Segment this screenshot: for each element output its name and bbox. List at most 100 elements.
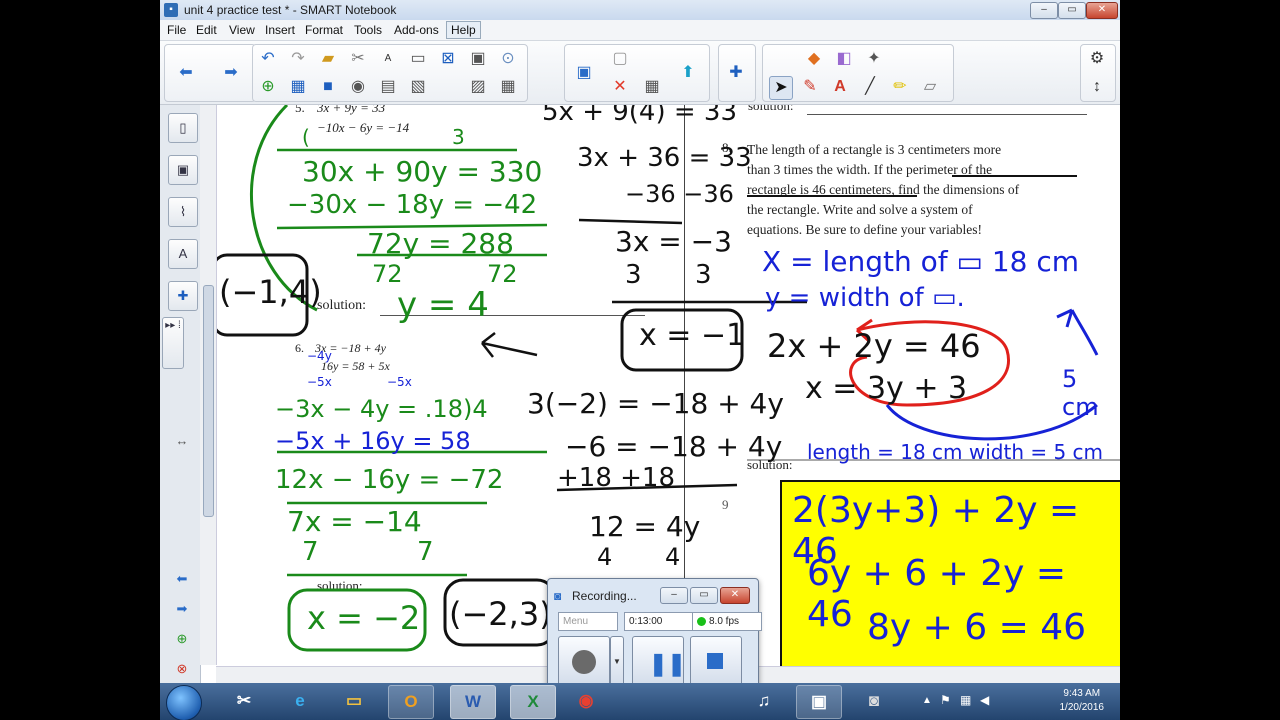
tray-flag-icon[interactable]: ⚑ bbox=[940, 693, 951, 707]
font-size-icon[interactable]: A bbox=[377, 48, 399, 70]
tray-volume-icon[interactable]: ◀ bbox=[980, 693, 989, 707]
start-button[interactable] bbox=[166, 685, 202, 720]
menu-add-ons[interactable]: Add-ons bbox=[394, 23, 439, 37]
screen-capture-icon[interactable]: ▧ bbox=[407, 76, 429, 98]
insert-object-icon[interactable]: ▢ bbox=[609, 48, 631, 70]
cut-icon[interactable]: ✂ bbox=[347, 48, 369, 70]
taskbar-chrome-icon[interactable]: ◉ bbox=[564, 685, 608, 717]
taskbar-itunes-icon[interactable]: ♫ bbox=[742, 685, 786, 717]
pause-button[interactable]: ❚❚ bbox=[632, 636, 686, 688]
table-insert-icon[interactable]: ▦ bbox=[641, 76, 663, 98]
taskbar-smart-notebook-icon[interactable]: ▣ bbox=[796, 685, 842, 719]
smart-notebook-window: ▪ unit 4 practice test * - SMART Noteboo… bbox=[160, 0, 1120, 720]
magic-pen-icon[interactable]: ✦ bbox=[863, 48, 885, 70]
properties-icon[interactable]: ⬆ bbox=[677, 62, 699, 84]
menu-edit[interactable]: Edit bbox=[196, 23, 217, 37]
main-toolbar: ⬅ ➡ ↶ ↷ ▰ ✂ A ▭ ⊠ ▣ ⊙ ⊕ ▦ ■ ◉ ▤ ▧ ▨ ▦ ▣ … bbox=[160, 41, 1120, 105]
page-sorter-icon[interactable]: ▯ bbox=[168, 113, 198, 143]
side-next-page-icon[interactable]: ➡ bbox=[168, 595, 196, 623]
black-mid-b-denom1: 4 bbox=[597, 543, 613, 571]
properties-tab-icon[interactable]: A bbox=[168, 239, 198, 269]
expand-panel-handle[interactable]: ▸▸ ⁞ bbox=[162, 317, 184, 369]
gear-icon[interactable]: ⚙ bbox=[1086, 48, 1108, 70]
recorder-restore-button[interactable]: ▭ bbox=[690, 587, 718, 604]
menu-format[interactable]: Format bbox=[305, 23, 343, 37]
recorder-close-button[interactable]: ✕ bbox=[720, 587, 750, 604]
tray-network-icon[interactable]: ▦ bbox=[960, 693, 971, 707]
taskbar-ie-icon[interactable]: e bbox=[278, 685, 322, 717]
stop-button[interactable] bbox=[690, 636, 742, 688]
recorder-menu-dropdown[interactable]: Menu bbox=[558, 612, 618, 631]
recording-widget[interactable]: ◙ Recording... – ▭ ✕ Menu 0:13:00 8.0 fp… bbox=[547, 578, 762, 692]
record-options-button[interactable]: ▼ bbox=[610, 636, 624, 688]
open-file-icon[interactable]: ▰ bbox=[317, 48, 339, 70]
add-ons-tab-icon[interactable]: ✚ bbox=[168, 281, 198, 311]
green-p5-denom2: 72 bbox=[487, 260, 518, 288]
minimize-button[interactable]: – bbox=[1030, 2, 1058, 19]
add-page-icon[interactable]: ⊕ bbox=[257, 76, 279, 98]
taskbar-outlook-icon[interactable]: O bbox=[388, 685, 434, 719]
delete-icon[interactable]: ✕ bbox=[609, 76, 631, 98]
menu-file[interactable]: File bbox=[167, 23, 186, 37]
eraser-tool-icon[interactable]: ▱ bbox=[919, 76, 941, 98]
recorder-title: Recording... bbox=[572, 589, 637, 603]
taskbar-excel-icon[interactable]: X bbox=[510, 685, 556, 719]
black-mid-line4: 3x = −3 bbox=[615, 225, 732, 258]
green-p5-multiplier: 3 bbox=[452, 125, 465, 149]
select-pointer-icon[interactable]: ➤ bbox=[769, 76, 793, 100]
side-delete-page-icon[interactable]: ⊗ bbox=[168, 655, 196, 683]
presentation-icon[interactable]: ▣ bbox=[573, 62, 595, 84]
taskbar-explorer-icon[interactable]: ▭ bbox=[332, 685, 376, 717]
maximize-button[interactable]: ▭ bbox=[1058, 2, 1086, 19]
eraser-icon[interactable]: ◧ bbox=[833, 48, 855, 70]
undo-icon[interactable]: ↶ bbox=[257, 48, 279, 70]
taskbar-recorder-icon[interactable]: ◙ bbox=[852, 685, 896, 717]
blue-p8-def-x: X = length of ▭ 18 cm bbox=[762, 245, 1080, 278]
print-icon[interactable]: ▨ bbox=[467, 76, 489, 98]
text-tool-icon[interactable]: A bbox=[829, 76, 851, 98]
previous-page-icon[interactable]: ⬅ bbox=[175, 62, 197, 84]
close-button[interactable]: ✕ bbox=[1086, 2, 1118, 19]
table-icon[interactable]: ▦ bbox=[497, 76, 519, 98]
search-icon[interactable]: ⊙ bbox=[497, 48, 519, 70]
side-previous-page-icon[interactable]: ⬅ bbox=[168, 565, 196, 593]
recorder-minimize-button[interactable]: – bbox=[660, 587, 688, 604]
shapes-icon[interactable]: ◆ bbox=[803, 48, 825, 70]
save-icon[interactable]: ■ bbox=[317, 76, 339, 98]
taskbar-word-icon[interactable]: W bbox=[450, 685, 496, 719]
next-page-icon[interactable]: ➡ bbox=[220, 62, 242, 84]
taskbar-snipping-icon[interactable]: ✂ bbox=[222, 685, 266, 717]
attachments-icon[interactable]: ⌇ bbox=[168, 197, 198, 227]
green-p5-line1: 30x + 90y = 330 bbox=[302, 155, 543, 188]
resize-horizontal-icon[interactable]: ↔ bbox=[168, 427, 196, 455]
vertical-scroll-thumb[interactable] bbox=[203, 285, 214, 517]
line-tool-icon[interactable]: ╱ bbox=[859, 76, 881, 98]
display-icon[interactable]: ▣ bbox=[467, 48, 489, 70]
record-button[interactable] bbox=[558, 636, 610, 688]
side-add-page-icon[interactable]: ⊕ bbox=[168, 625, 196, 653]
window-title: unit 4 practice test * - SMART Notebook bbox=[184, 3, 397, 17]
tray-expand-icon[interactable]: ▲ bbox=[922, 695, 932, 706]
menu-help[interactable]: Help bbox=[446, 21, 481, 39]
green-p6-line1: −3x − 4y = .18)4 bbox=[275, 395, 488, 423]
puzzle-add-on-icon[interactable]: ✚ bbox=[725, 62, 747, 84]
blue-pointer-stroke bbox=[1070, 309, 1099, 356]
paste-icon[interactable]: ▦ bbox=[287, 76, 309, 98]
black-line-1 bbox=[578, 218, 683, 225]
menu-insert[interactable]: Insert bbox=[265, 23, 295, 37]
system-clock[interactable]: 9:43 AM 1/20/2016 bbox=[1060, 687, 1105, 715]
screen-shade-icon[interactable]: ▭ bbox=[407, 48, 429, 70]
gallery-icon[interactable]: ▣ bbox=[168, 155, 198, 185]
pen-icon[interactable]: ✎ bbox=[799, 76, 821, 98]
toolbar-position-icon[interactable]: ↕ bbox=[1086, 76, 1108, 98]
record-icon[interactable]: ▤ bbox=[377, 76, 399, 98]
menu-view[interactable]: View bbox=[229, 23, 255, 37]
navigation-group: ⬅ ➡ bbox=[164, 44, 256, 102]
highlighter-icon[interactable]: ✏ bbox=[889, 76, 911, 98]
menu-tools[interactable]: Tools bbox=[354, 23, 382, 37]
document-camera-icon[interactable]: ◉ bbox=[347, 76, 369, 98]
redo-icon[interactable]: ↷ bbox=[287, 48, 309, 70]
black-mid-line2: 3x + 36 = 33 bbox=[577, 143, 752, 173]
delete-box-icon[interactable]: ⊠ bbox=[437, 48, 459, 70]
vertical-scrollbar[interactable] bbox=[200, 105, 217, 665]
